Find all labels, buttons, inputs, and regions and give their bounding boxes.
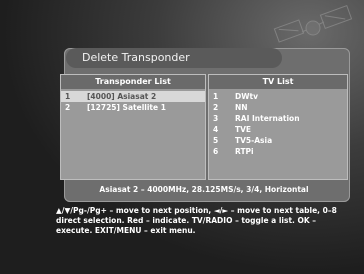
channel-row[interactable]: 6 RTPi xyxy=(209,146,347,157)
transponder-row[interactable]: 2 [12725] Satellite 1 xyxy=(61,102,205,113)
row-label: RTPi xyxy=(235,147,254,156)
channel-row[interactable]: 4 TVE xyxy=(209,124,347,135)
row-number: 4 xyxy=(213,125,219,134)
row-label: TV5-Asia xyxy=(235,136,273,145)
row-number: 1 xyxy=(213,92,219,101)
row-number: 3 xyxy=(213,114,219,123)
dialog-title: Delete Transponder xyxy=(66,48,282,68)
transponder-list-panel[interactable]: Transponder List 1 [4000] Asiasat 2 2 [1… xyxy=(60,74,206,180)
row-number: 6 xyxy=(213,147,219,156)
channel-row[interactable]: 3 RAI Internation xyxy=(209,113,347,124)
row-label: DWtv xyxy=(235,92,258,101)
row-number: 5 xyxy=(213,136,219,145)
channel-row[interactable]: 1 DWtv xyxy=(209,91,347,102)
tv-list-header: TV List xyxy=(209,75,347,89)
transponder-status: Asiasat 2 – 4000MHz, 28.125MS/s, 3/4, Ho… xyxy=(99,185,309,194)
row-number: 2 xyxy=(213,103,219,112)
row-label: NN xyxy=(235,103,248,112)
row-number: 2 xyxy=(65,103,71,112)
row-label: [4000] Asiasat 2 xyxy=(87,92,157,101)
transponder-row[interactable]: 1 [4000] Asiasat 2 xyxy=(61,91,205,102)
channel-row[interactable]: 2 NN xyxy=(209,102,347,113)
help-text: ▲/▼/Pg-/Pg+ – move to next position, ◄/►… xyxy=(56,206,337,235)
row-label: RAI Internation xyxy=(235,114,300,123)
tv-screen: Delete Transponder Transponder List 1 [4… xyxy=(0,0,364,274)
row-label: [12725] Satellite 1 xyxy=(87,103,166,112)
channel-row[interactable]: 5 TV5-Asia xyxy=(209,135,347,146)
tv-list-panel[interactable]: TV List 1 DWtv 2 NN 3 RAI Internation 4 … xyxy=(208,74,348,180)
row-label: TVE xyxy=(235,125,252,134)
row-number: 1 xyxy=(65,92,71,101)
transponder-list-header: Transponder List xyxy=(61,75,205,89)
